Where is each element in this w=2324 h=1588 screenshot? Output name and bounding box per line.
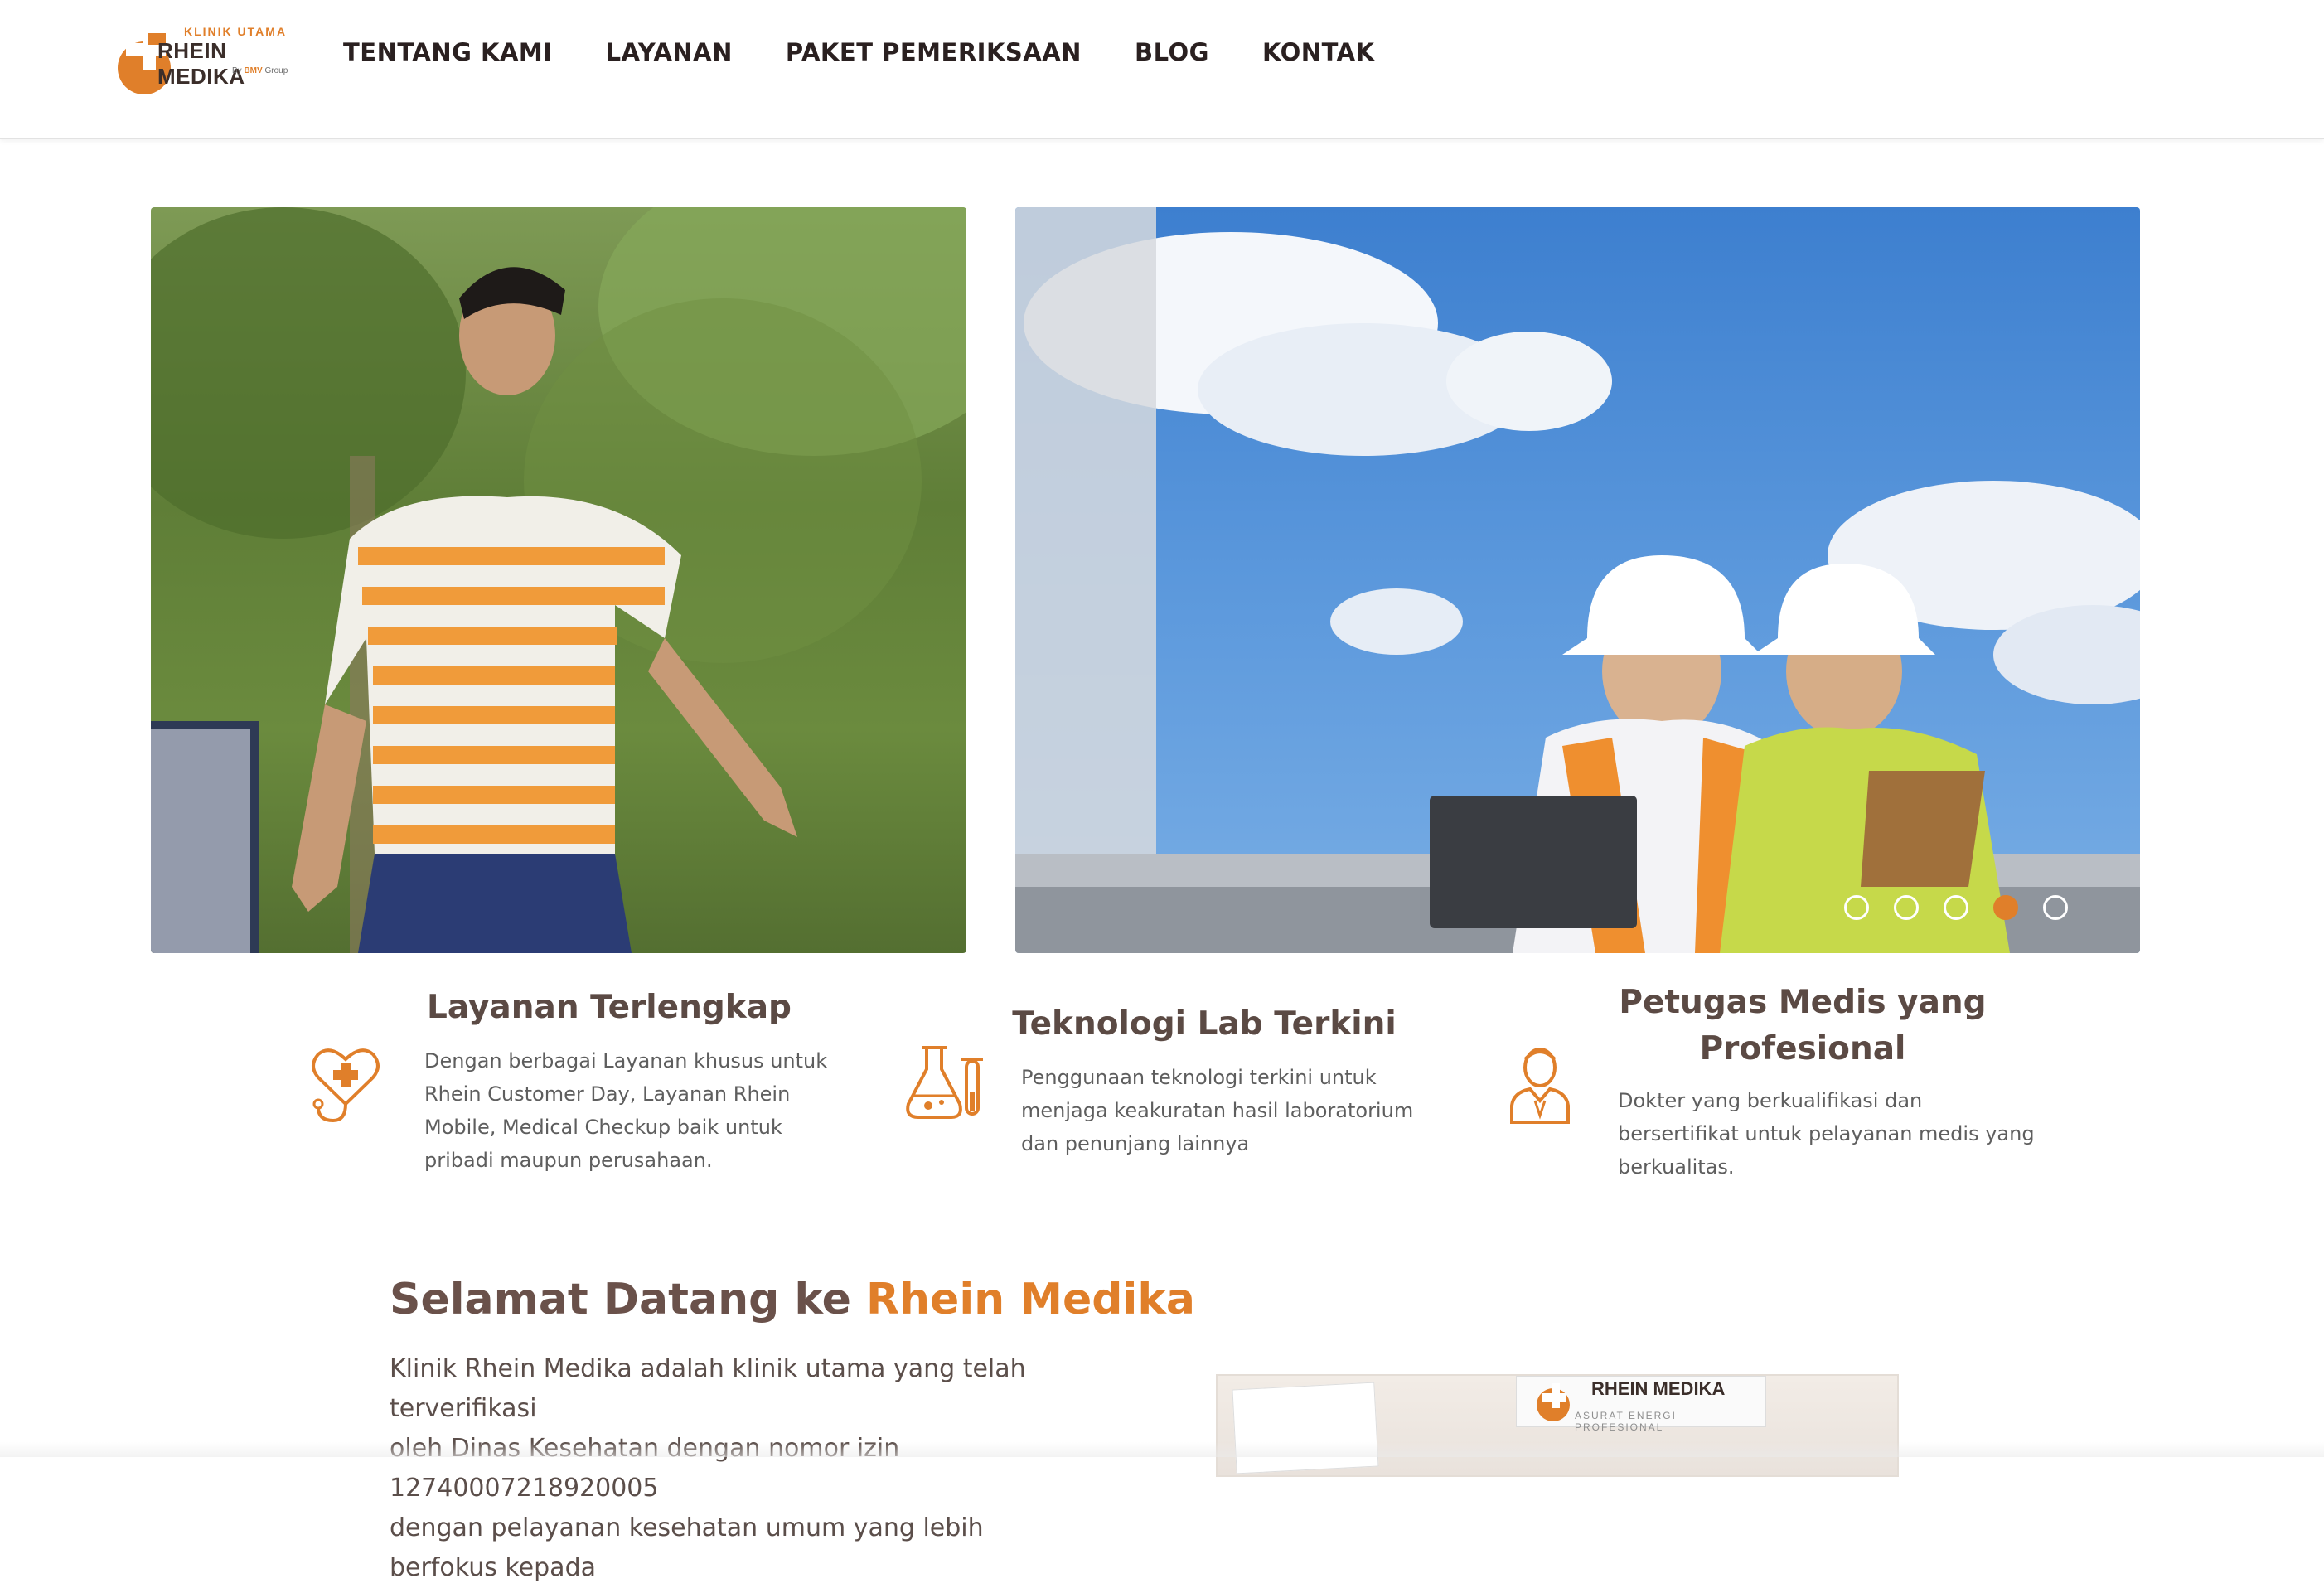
feature-title: Layanan Terlengkap [427, 989, 792, 1026]
feature-title: Teknologi Lab Terkini [1012, 1005, 1397, 1043]
feature-title: Petugas Medis yang Profesional [1583, 980, 2022, 1072]
feature-title-line: Petugas Medis yang [1619, 984, 1987, 1021]
logo-name: RHEIN MEDIKA [157, 38, 245, 89]
feature-description-line: Penggunaan teknologi terkini untuk [1021, 1066, 1377, 1089]
feature-description-line: Dengan berbagai Layanan khusus untuk [424, 1049, 828, 1072]
hero-slide-previous[interactable] [151, 207, 966, 953]
logo-by-group: BMV [244, 66, 263, 75]
banner-brand: RHEIN MEDIKA [1591, 1378, 1726, 1399]
feature-description: Dengan berbagai Layanan khusus untuk Rhe… [424, 1044, 855, 1177]
feature-description-line: menjaga keakuratan hasil laboratorium [1021, 1099, 1414, 1122]
clinic-photo: RHEIN MEDIKA ASURAT ENERGI PROFESIONAL [1216, 1374, 1899, 1477]
banner-subtitle: ASURAT ENERGI PROFESIONAL [1575, 1410, 1677, 1433]
feature-description-line: berkualitas. [1618, 1155, 1735, 1179]
feature-description-line: Rhein Customer Day, Layanan Rhein [424, 1082, 791, 1106]
nav-tentang-kami[interactable]: TENTANG KAMI [343, 38, 553, 66]
lab-flask-icon [906, 1046, 983, 1119]
nav-kontak[interactable]: KONTAK [1262, 38, 1375, 66]
site-header: KLINIK UTAMA RHEIN MEDIKA By BMV Group T… [0, 0, 2324, 139]
slider-dot-active[interactable] [1993, 895, 2018, 920]
welcome-paragraph: Klinik Rhein Medika adalah klinik utama … [390, 1349, 1077, 1588]
site-logo[interactable]: KLINIK UTAMA RHEIN MEDIKA By BMV Group [114, 20, 309, 96]
clinic-banner: RHEIN MEDIKA ASURAT ENERGI PROFESIONAL [1516, 1376, 1766, 1433]
welcome-heading-prefix: Selamat Datang ke [390, 1275, 866, 1324]
logo-by-prefix: By [232, 66, 242, 75]
page-fold-shadow [0, 1442, 2324, 1457]
welcome-heading: Selamat Datang ke Rhein Medika [390, 1275, 1195, 1324]
welcome-line: oleh Dinas Kesehatan dengan nomor izin 1… [390, 1434, 899, 1503]
logo-by-suffix: Group [264, 66, 288, 75]
feature-description-line: Dokter yang berkualifikasi dan [1618, 1089, 1923, 1112]
hero-slide-active[interactable] [1015, 207, 2140, 953]
feature-title-line: Profesional [1699, 1030, 1906, 1068]
engineers-photo [1015, 207, 2140, 953]
slider-dot[interactable] [1944, 895, 1968, 920]
feature-description-line: dan penunjang lainnya [1021, 1132, 1250, 1155]
doctor-icon [1510, 1048, 1570, 1124]
nav-blog[interactable]: BLOG [1135, 38, 1209, 66]
feature-description: Penggunaan teknologi terkini untuk menja… [1021, 1061, 1452, 1160]
welcome-line: Klinik Rhein Medika adalah klinik utama … [390, 1354, 1026, 1423]
welcome-line: dengan pelayanan kesehatan umum yang leb… [390, 1513, 984, 1582]
slider-dot[interactable] [1894, 895, 1919, 920]
heart-stethoscope-icon [312, 1048, 380, 1123]
feature-description-line: pribadi maupun perusahaan. [424, 1149, 713, 1172]
family-photo [151, 207, 966, 953]
nav-layanan[interactable]: LAYANAN [606, 38, 733, 66]
main-nav: TENTANG KAMI LAYANAN PAKET PEMERIKSAAN B… [343, 38, 1428, 66]
logo-tagline: KLINIK UTAMA [184, 25, 288, 38]
slider-dot[interactable] [2043, 895, 2068, 920]
feature-description: Dokter yang berkualifikasi dan bersertif… [1618, 1084, 2049, 1184]
feature-description-line: bersertifikat untuk pelayanan medis yang [1618, 1122, 2035, 1145]
slider-dots [1844, 895, 2068, 920]
slider-dot[interactable] [1844, 895, 1869, 920]
logo-by-line: By BMV Group [232, 66, 288, 75]
welcome-heading-accent: Rhein Medika [865, 1275, 1195, 1324]
banner-logo-icon [1537, 1383, 1570, 1421]
nav-paket-pemeriksaan[interactable]: PAKET PEMERIKSAAN [786, 38, 1082, 66]
feature-description-line: Mobile, Medical Checkup baik untuk [424, 1116, 782, 1139]
clinic-sign [1232, 1382, 1379, 1474]
